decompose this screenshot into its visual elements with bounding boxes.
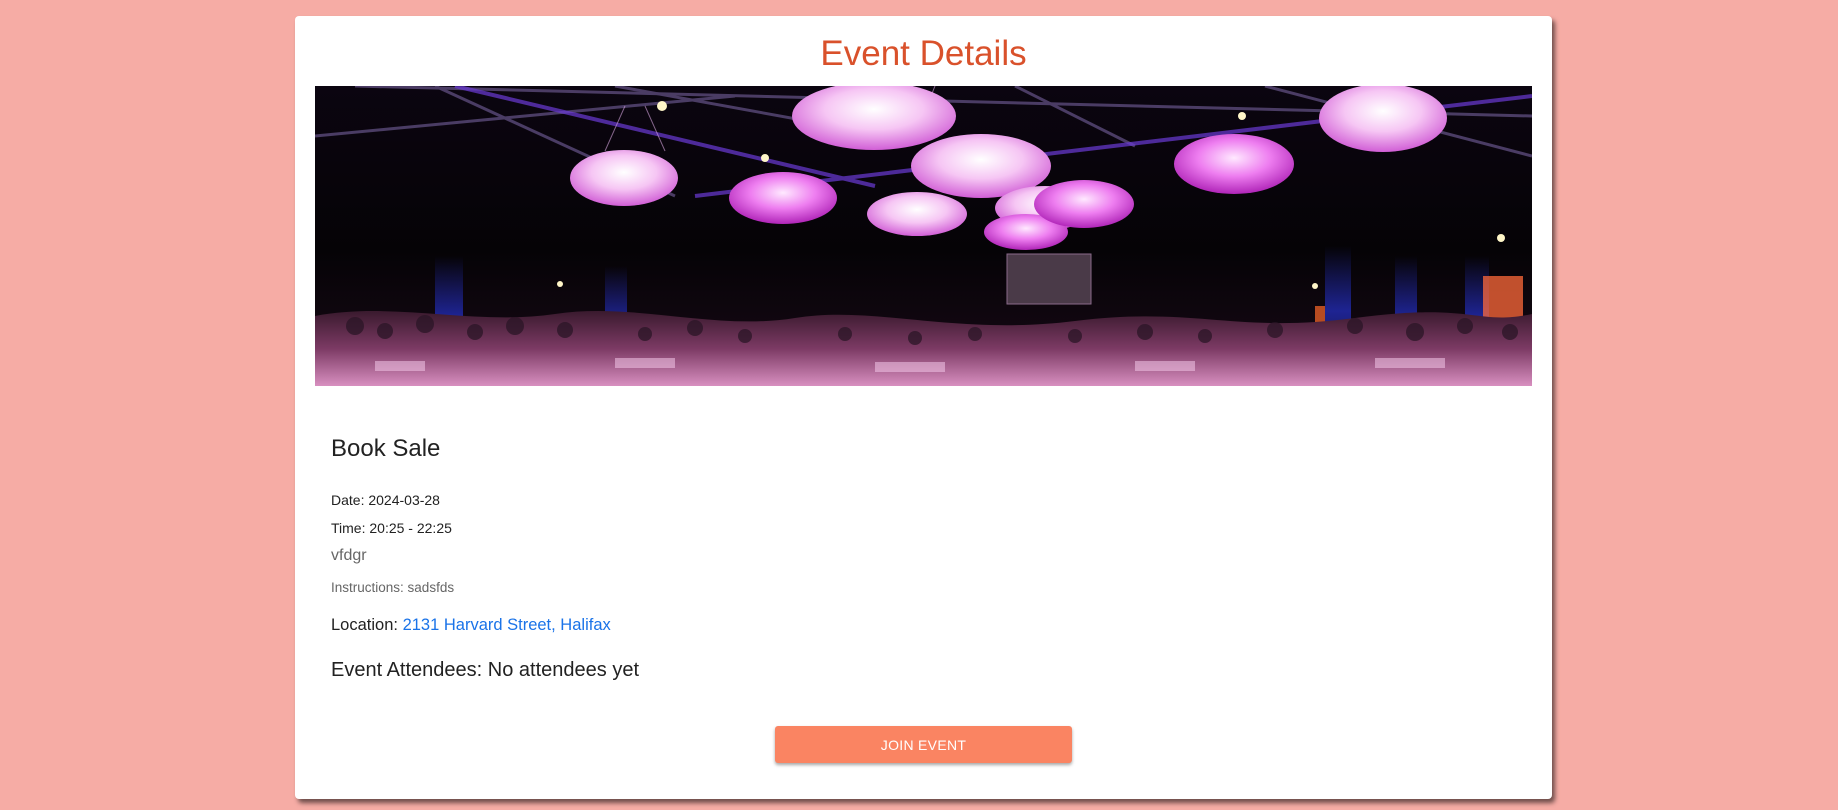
event-details-card: Event Details Book Sale Date: 2024-03-28… <box>295 16 1552 799</box>
date-value: 2024-03-28 <box>368 492 440 508</box>
event-date: Date: 2024-03-28 <box>331 492 440 508</box>
location-link[interactable]: 2131 Harvard Street, Halifax <box>403 616 611 634</box>
attendees-label: Event Attendees: <box>331 659 483 681</box>
page-title: Event Details <box>820 34 1027 73</box>
attendees-value: No attendees yet <box>487 659 640 681</box>
time-value: 20:25 - 22:25 <box>369 520 452 536</box>
event-instructions: Instructions: sadsfds <box>331 580 454 595</box>
time-label: Time: <box>331 520 366 536</box>
join-event-button[interactable]: JOIN EVENT <box>775 726 1072 763</box>
event-location: Location: 2131 Harvard Street, Halifax <box>331 616 611 635</box>
event-banner-image <box>315 86 1532 386</box>
event-name: Book Sale <box>331 435 441 462</box>
instructions-value: sadsfds <box>407 580 455 595</box>
event-time: Time: 20:25 - 22:25 <box>331 520 452 536</box>
event-attendees: Event Attendees: No attendees yet <box>331 659 639 682</box>
date-label: Date: <box>331 492 365 508</box>
event-description: vfdgr <box>331 547 367 564</box>
location-label: Location: <box>331 616 398 634</box>
instructions-label: Instructions: <box>331 580 404 595</box>
